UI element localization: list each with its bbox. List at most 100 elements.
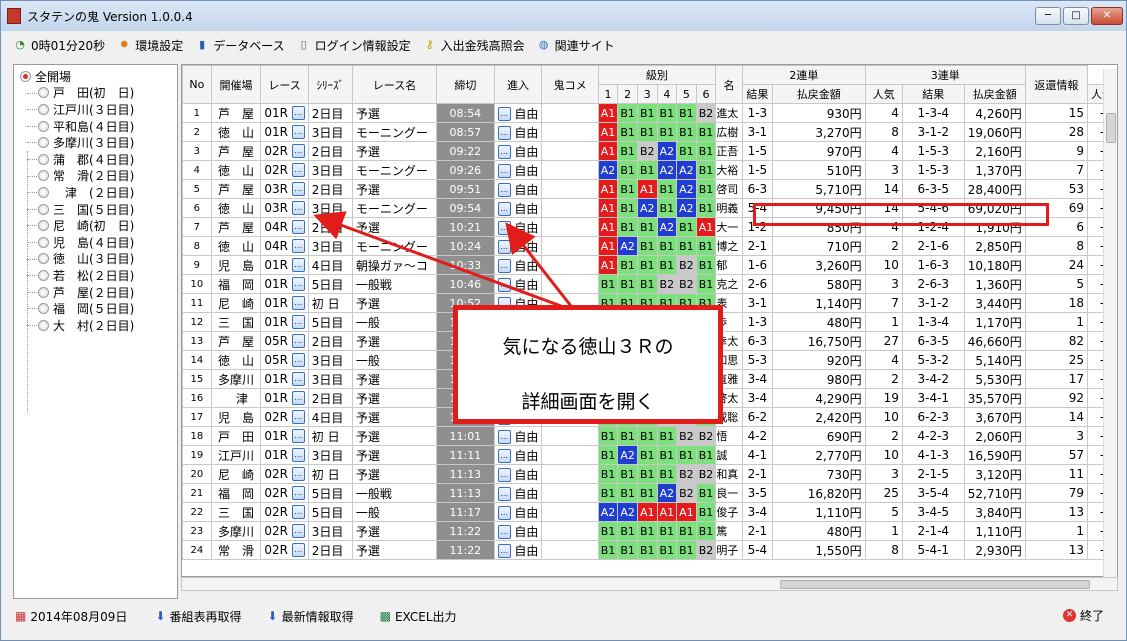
race-detail-button[interactable]: … [291, 125, 305, 140]
entry-detail-button[interactable]: … [497, 544, 511, 558]
tree-root-all[interactable]: 全開場 [14, 68, 177, 85]
col-place[interactable]: 開催場 [210, 65, 262, 104]
cell-entry[interactable]: … 自由 [493, 198, 543, 218]
entry-detail-button[interactable]: … [497, 259, 511, 273]
race-detail-button[interactable]: … [291, 277, 305, 292]
cell-race[interactable]: 01R … [260, 103, 309, 123]
entry-detail-button[interactable]: … [497, 487, 511, 501]
cell-race[interactable]: 04R … [260, 217, 309, 237]
col-pop-2[interactable]: 人気 [864, 84, 903, 104]
cell-entry[interactable]: … 自由 [493, 103, 543, 123]
col-class-6[interactable]: 6 [695, 84, 717, 104]
tree-item-venue[interactable]: 児 島(４日目) [14, 234, 177, 251]
update-info-button[interactable]: ⬇ 最新情報取得 [268, 608, 354, 625]
tree-item-venue[interactable]: 蒲 郡(４日目) [14, 151, 177, 168]
col-class-1[interactable]: 1 [597, 84, 619, 104]
race-detail-button[interactable]: … [291, 220, 305, 235]
race-detail-button[interactable]: … [291, 315, 305, 330]
cell-entry[interactable]: … 自由 [493, 502, 543, 522]
cell-race[interactable]: 02R … [260, 407, 309, 427]
cell-entry[interactable]: … 自由 [493, 217, 543, 237]
race-detail-button[interactable]: … [291, 239, 305, 254]
close-button[interactable]: ✕ [1091, 7, 1123, 25]
entry-detail-button[interactable]: … [497, 221, 511, 235]
cell-race[interactable]: 01R … [260, 426, 309, 446]
cell-entry[interactable]: … 自由 [493, 179, 543, 199]
cell-entry[interactable]: … 自由 [493, 122, 543, 142]
horizontal-scrollbar[interactable] [181, 577, 1118, 591]
tree-item-venue[interactable]: 江戸川(３日目) [14, 101, 177, 118]
cell-entry[interactable]: … 自由 [493, 141, 543, 161]
cell-entry[interactable]: … 自由 [493, 255, 543, 275]
cell-entry[interactable]: … 自由 [493, 274, 543, 294]
table-row[interactable]: 20 尼 崎 02R … 初 日予選 11:13… 自由 B1 B1 B1 B1 B2 B2 和真 2-… [182, 464, 1117, 484]
entry-detail-button[interactable]: … [497, 164, 511, 178]
tree-item-venue[interactable]: 戸 田(初 日) [14, 85, 177, 102]
col-entry[interactable]: 進入 [493, 65, 543, 104]
cell-entry[interactable]: … 自由 [493, 464, 543, 484]
cell-entry[interactable]: … 自由 [493, 236, 543, 256]
col-race-name[interactable]: レース名 [351, 65, 438, 104]
tree-item-venue[interactable]: 福 岡(５日目) [14, 300, 177, 317]
tree-item-venue[interactable]: 芦 屋(２日目) [14, 284, 177, 301]
col-class-3[interactable]: 3 [636, 84, 658, 104]
col-result-2[interactable]: 結果 [742, 84, 773, 104]
table-row[interactable]: 10 福 岡 01R … 5日目 一般戦 10:46… 自由 B1 B1 B1 B2 B2 B1 克之 2… [182, 274, 1117, 294]
tree-item-venue[interactable]: 津 (２日目) [14, 184, 177, 201]
cell-race[interactable]: 02R … [260, 540, 309, 560]
cell-race[interactable]: 01R … [260, 122, 309, 142]
menu-balance[interactable]: ⚷ 入出金残高照会 [423, 34, 525, 56]
entry-detail-button[interactable]: … [497, 126, 511, 140]
cell-entry[interactable]: … 自由 [493, 483, 543, 503]
table-row[interactable]: 2徳 山 01R … 3日目 モーニングー 08:57… 自由 A1 B1 B1 B1 B1 B1 広… [182, 122, 1117, 142]
cell-race[interactable]: 02R … [260, 502, 309, 522]
col-payout-3[interactable]: 払戻金額 [963, 84, 1026, 104]
entry-detail-button[interactable]: … [497, 430, 511, 444]
race-detail-button[interactable]: … [291, 144, 305, 159]
vertical-scrollbar[interactable] [1103, 69, 1117, 577]
cell-entry[interactable]: … 自由 [493, 426, 543, 446]
col-result-3[interactable]: 結果 [901, 84, 965, 104]
table-row[interactable]: 19 江戸川 01R … 3日目 予選 11:11… 自由 B1 A2 B1 B1 B1 B1 誠 4-1… [182, 445, 1117, 465]
race-detail-button[interactable]: … [291, 391, 305, 406]
col-race[interactable]: レース [260, 65, 309, 104]
cell-race[interactable]: 01R … [260, 445, 309, 465]
tree-item-venue[interactable]: 若 松(２日目) [14, 267, 177, 284]
col-class-2[interactable]: 2 [617, 84, 638, 104]
race-detail-button[interactable]: … [291, 467, 305, 482]
race-detail-button[interactable]: … [291, 182, 305, 197]
table-row[interactable]: 1芦 屋 01R … 2日目 予選 08:54… 自由 A1 B1 B1 B1 B1 B2 進太 1-3… [182, 103, 1117, 123]
table-row[interactable]: 22 三 国 02R … 5日目 一般 11:17… 自由 A2 A2 A1 A1 A1 B1 俊子 3-… [182, 502, 1117, 522]
cell-race[interactable]: 01R … [260, 388, 309, 408]
cell-race[interactable]: 03R … [260, 198, 309, 218]
cell-entry[interactable]: … 自由 [493, 445, 543, 465]
cell-entry[interactable]: … 自由 [493, 160, 543, 180]
scroll-thumb[interactable] [780, 580, 1090, 589]
tree-item-venue[interactable]: 徳 山(３日目) [14, 251, 177, 268]
race-detail-button[interactable]: … [291, 296, 305, 311]
cell-race[interactable]: 01R … [260, 274, 309, 294]
col-oni-comment[interactable]: 鬼コメ [541, 65, 599, 104]
col-no[interactable]: No [182, 65, 212, 104]
entry-detail-button[interactable]: … [497, 468, 511, 482]
table-row[interactable]: 9児 島 01R … 4日目 朝操ガァ～コ 10:33… 自由 A1 B1 B1 B1 B2 B1 郁… [182, 255, 1117, 275]
race-detail-button[interactable]: … [291, 201, 305, 216]
col-class-5[interactable]: 5 [676, 84, 697, 104]
race-detail-button[interactable]: … [291, 163, 305, 178]
race-detail-button[interactable]: … [291, 410, 305, 425]
maximize-button[interactable]: □ [1063, 7, 1089, 25]
cell-race[interactable]: 01R … [260, 369, 309, 389]
table-row[interactable]: 23 多摩川 02R … 3日目 予選 11:22… 自由 B1 B1 B1 B1 B1 B1 篤 2-1… [182, 521, 1117, 541]
entry-detail-button[interactable]: … [497, 107, 511, 121]
menu-database[interactable]: ▮ データベース [195, 34, 284, 56]
tree-item-venue[interactable]: 常 滑(２日目) [14, 168, 177, 185]
table-row[interactable]: 18 戸 田 01R … 初 日予選 11:01… 自由 B1 B1 B1 B1 B2 B2 悟 4-2… [182, 426, 1117, 446]
race-detail-button[interactable]: … [291, 505, 305, 520]
tree-item-venue[interactable]: 尼 崎(初 日) [14, 217, 177, 234]
race-detail-button[interactable]: … [291, 543, 305, 558]
col-refund[interactable]: 返還情報 [1024, 65, 1089, 104]
cell-race[interactable]: 02R … [260, 483, 309, 503]
cell-race[interactable]: 02R … [260, 160, 309, 180]
race-detail-button[interactable]: … [291, 448, 305, 463]
exit-button[interactable]: ✕ 終了 [1063, 607, 1104, 624]
